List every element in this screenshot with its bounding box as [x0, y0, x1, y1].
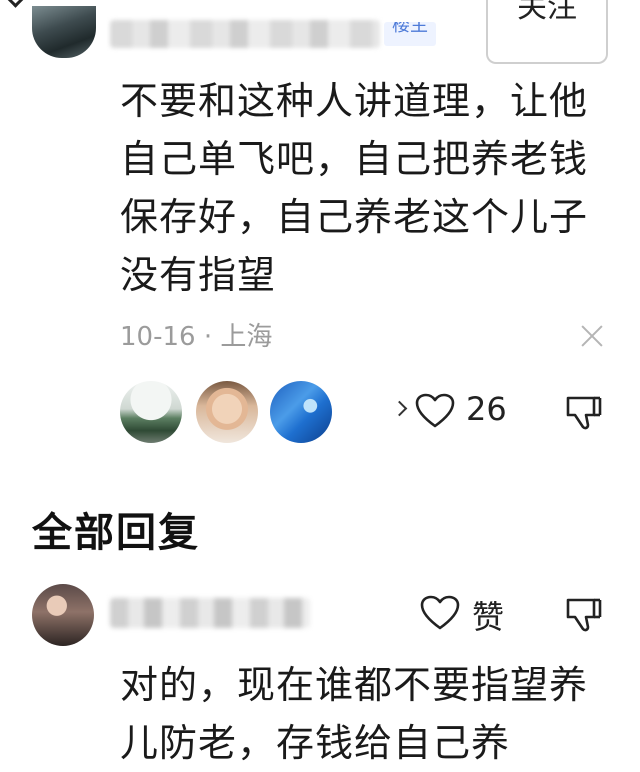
reply-like-label[interactable]: 赞 [472, 592, 504, 638]
op-comment-text: 不要和这种人讲道理，让他自己单飞吧，自己把养老钱保存好，自己养老这个儿子没有指望 [120, 79, 589, 297]
op-comment-meta: 10-16 · 上海 [120, 322, 273, 352]
op-badge: 楼主 [384, 22, 436, 46]
reply-username-blurred [110, 598, 310, 628]
liker-avatar[interactable] [270, 381, 332, 443]
heart-icon[interactable] [415, 393, 455, 429]
heart-icon[interactable] [420, 595, 460, 631]
back-chevron-icon[interactable] [0, 0, 32, 8]
chevron-right-icon[interactable] [391, 400, 408, 417]
all-replies-heading: 全部回复 [32, 510, 200, 556]
close-icon[interactable] [578, 322, 606, 350]
thumbs-down-icon[interactable] [564, 393, 604, 433]
op-username-blurred [110, 20, 380, 48]
liker-avatar[interactable] [196, 381, 258, 443]
reply-avatar[interactable] [32, 584, 94, 646]
thumbs-down-icon[interactable] [564, 595, 604, 635]
liker-avatar[interactable] [120, 381, 182, 443]
op-avatar[interactable] [32, 6, 96, 58]
reply-text: 对的，现在谁都不要指望养儿防老，存钱给自己养 [120, 663, 589, 765]
follow-button[interactable]: 关注 [486, 0, 608, 64]
like-count: 26 [466, 390, 507, 428]
